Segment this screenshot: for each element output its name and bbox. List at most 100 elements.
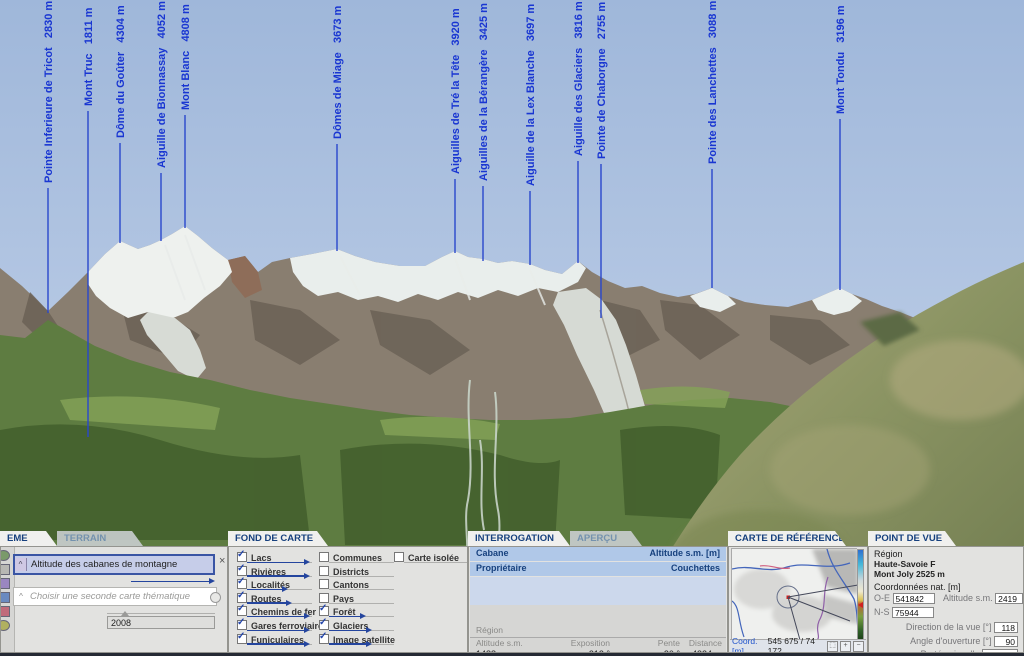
second-theme-box[interactable]: ^ Choisir une seconde carte thématique: [13, 587, 217, 606]
peak-label: Dôme du Goûter 4304 m: [115, 5, 127, 138]
peak-label: Mont Truc 1811 m: [83, 7, 95, 106]
zoom-out-icon[interactable]: −: [853, 641, 864, 652]
peak-label: Aiguilles de la Bérangère 3425 m: [478, 3, 490, 181]
tab-carte-de-reference-label: CARTE DE RÉFÉRENCE: [735, 533, 845, 544]
unchecked-checkbox-icon[interactable]: [319, 579, 329, 589]
oe-input[interactable]: 541842: [893, 593, 935, 604]
stat-exposition: Exposition212 °: [530, 638, 610, 653]
cabane-label: Cabane: [476, 548, 509, 561]
tab-apercu[interactable]: APERÇU: [570, 531, 642, 546]
legend-icon[interactable]: [0, 620, 10, 631]
pv-region-value: Haute-Savoie F: [874, 559, 1018, 569]
checked-checkbox-icon[interactable]: [319, 606, 329, 616]
checked-checkbox-icon[interactable]: [237, 620, 247, 630]
reference-map-panel: CARTE DE RÉFÉRENCE: [728, 531, 868, 656]
direction-label: Direction de la vue [°]: [906, 622, 992, 632]
unchecked-checkbox-icon[interactable]: [394, 552, 404, 562]
ns-label: N-S: [874, 607, 890, 617]
pv-region-label: Région: [874, 549, 1018, 559]
interrogation-body: Cabane Altitude s.m. [m] Propriétaire Co…: [468, 546, 728, 653]
tab-theme-label: EME: [7, 533, 28, 544]
proprietaire-label: Propriétaire: [476, 563, 527, 576]
peak-label: Dômes de Miage 3673 m: [332, 6, 344, 139]
tab-theme[interactable]: EME: [0, 531, 57, 546]
map-icon[interactable]: [0, 564, 10, 575]
tab-interrogation[interactable]: INTERROGATION: [468, 531, 570, 546]
result-empty-area: [470, 577, 726, 605]
unchecked-checkbox-icon[interactable]: [319, 552, 329, 562]
viewpoint-body: Région Haute-Savoie F Mont Joly 2525 m C…: [868, 546, 1024, 653]
peak-label: Aiguille des Glaciers 3816 m: [573, 1, 585, 156]
second-theme-placeholder: Choisir une seconde carte thématique: [30, 591, 190, 602]
panorama-application: Pointe Inferieure de Tricot 2830 m Mont T…: [0, 0, 1024, 656]
checked-checkbox-icon[interactable]: [237, 579, 247, 589]
tab-fond-de-carte[interactable]: FOND DE CARTE: [228, 531, 328, 546]
checked-checkbox-icon[interactable]: [319, 620, 329, 630]
checked-checkbox-icon[interactable]: [237, 606, 247, 616]
tab-terrain-label: TERRAIN: [64, 533, 106, 544]
viewpoint-panel: POINT DE VUE Région Haute-Savoie F Mont …: [868, 531, 1024, 656]
peak-label: Pointe Inferieure de Tricot 2830 m: [43, 1, 55, 183]
control-panels: EME TERRAIN ^ Altitude des cabanes de mo…: [0, 531, 1024, 656]
coord-label: Coord. [m]: [732, 636, 768, 653]
expand-theme-icon[interactable]: ^: [15, 558, 27, 571]
stat-label: Distance: [660, 638, 722, 648]
pv-coords-label: Coordonnées nat. [m]: [874, 582, 1018, 592]
checked-checkbox-icon[interactable]: [319, 634, 329, 644]
fit-view-icon[interactable]: ⬚: [827, 641, 838, 652]
theme-panel-body: ^ Altitude des cabanes de montagne × ^ C…: [0, 546, 228, 653]
unchecked-checkbox-icon[interactable]: [319, 593, 329, 603]
tab-fond-de-carte-label: FOND DE CARTE: [235, 533, 313, 544]
tab-point-de-vue[interactable]: POINT DE VUE: [868, 531, 956, 546]
layer-opacity-slider[interactable]: [247, 641, 312, 648]
stats-row: Altitude s.m.1488 mExposition212 °Pente2…: [470, 637, 726, 653]
reference-map[interactable]: [731, 548, 857, 643]
expand-second-theme-icon[interactable]: ^: [16, 591, 26, 603]
peak-label: Mont Tondu 3196 m: [835, 5, 847, 114]
cabane-header-row: Cabane Altitude s.m. [m]: [470, 547, 726, 561]
angle-input[interactable]: 90: [994, 636, 1018, 647]
close-icon[interactable]: ×: [219, 556, 225, 567]
refresh-icon[interactable]: [210, 592, 221, 603]
checked-checkbox-icon[interactable]: [237, 566, 247, 576]
grid-icon[interactable]: [0, 592, 10, 603]
selected-theme-box[interactable]: ^ Altitude des cabanes de montagne: [13, 554, 215, 575]
peak-label: Mont Blanc 4808 m: [180, 4, 192, 110]
layer-opacity-slider[interactable]: [404, 559, 468, 566]
layer-opacity-slider[interactable]: [329, 641, 394, 648]
ns-input[interactable]: 75944: [892, 607, 934, 618]
checked-checkbox-icon[interactable]: [237, 552, 247, 562]
direction-input[interactable]: 118: [994, 622, 1018, 633]
reference-map-body: Coord. [m] 545 675 / 74 172 ⬚ + −: [728, 546, 868, 653]
checked-checkbox-icon[interactable]: [237, 593, 247, 603]
peak-label: Pointe des Lanchettes 3088 m: [707, 1, 719, 164]
tab-point-de-vue-label: POINT DE VUE: [875, 533, 942, 544]
chart-icon[interactable]: [0, 578, 10, 589]
unchecked-checkbox-icon[interactable]: [319, 566, 329, 576]
checked-checkbox-icon[interactable]: [237, 634, 247, 644]
region-row: Région Haute-Savoie F: [470, 619, 726, 637]
peak-label: Pointe de Chaborgne 2755 m: [596, 2, 608, 159]
tab-interrogation-label: INTERROGATION: [475, 533, 554, 544]
tab-carte-de-reference[interactable]: CARTE DE RÉFÉRENCE: [728, 531, 846, 546]
tab-apercu-label: APERÇU: [577, 533, 617, 544]
tab-terrain[interactable]: TERRAIN: [57, 531, 143, 546]
theme-panel: EME TERRAIN ^ Altitude des cabanes de mo…: [0, 531, 228, 656]
proprietaire-header-row: Propriétaire Couchettes: [470, 562, 726, 576]
coord-value: 545 675 / 74 172: [768, 636, 825, 653]
angle-label: Angle d'ouverture [°]: [910, 636, 991, 646]
symbol-icon[interactable]: [0, 606, 10, 617]
theme-opacity-slider[interactable]: [131, 578, 215, 585]
pv-summit-value: Mont Joly 2525 m: [874, 569, 1018, 579]
peak-label: Aiguilles de Tré la Tête 3920 m: [450, 8, 462, 174]
year-input[interactable]: 2008: [107, 616, 215, 629]
stat-distance: Distance4324 m: [660, 638, 722, 653]
region-label: Région: [476, 625, 503, 635]
pv-alt-label: Altitude s.m.: [943, 593, 993, 603]
zoom-in-icon[interactable]: +: [840, 641, 851, 652]
selected-theme-label: Altitude des cabanes de montagne: [31, 559, 177, 570]
globe-icon[interactable]: [0, 550, 10, 561]
pv-alt-input[interactable]: 2419: [995, 593, 1023, 604]
elevation-colorbar: [857, 549, 864, 641]
couchettes-label: Couchettes: [671, 563, 720, 576]
